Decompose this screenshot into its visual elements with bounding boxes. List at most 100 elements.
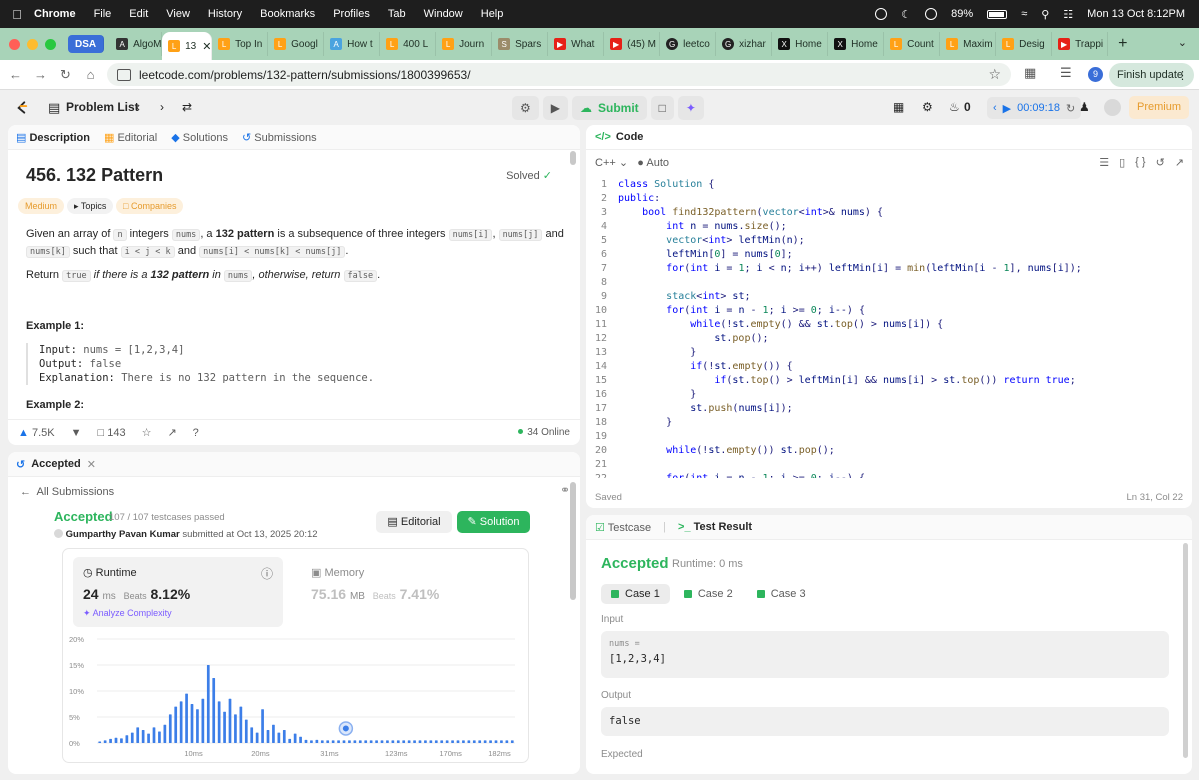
menu-tab[interactable]: Tab [388,8,406,20]
reset-code-icon[interactable]: ↺ [1156,156,1165,169]
comments-button[interactable]: □ 143 [97,427,125,439]
tab-test-result[interactable]: >_ Test Result [678,521,752,533]
forward-arrow-icon[interactable]: → [28,67,53,82]
status-app-icon[interactable] [875,8,888,20]
solution-button[interactable]: ✎ Solution [457,511,530,533]
code-line[interactable]: 11 while(!st.empty() && st.top() > nums[… [586,318,1192,332]
code-line[interactable]: 2 public: [586,192,1192,206]
browser-tab[interactable]: ▶ Trappi [1052,32,1109,56]
code-line[interactable]: 20 while(!st.empty()) st.pop(); [586,444,1192,458]
browser-tab[interactable]: Gleetco [660,32,717,56]
code-line[interactable]: 21 [586,458,1192,472]
case-1-tab[interactable]: Case 1 [601,584,670,604]
menu-edit[interactable]: Edit [129,8,148,20]
browser-tab[interactable]: X Home [828,32,885,56]
leetcode-logo-icon[interactable] [14,99,29,115]
browser-tab[interactable]: L 400 L [380,32,437,56]
menu-bookmarks[interactable]: Bookmarks [260,8,315,20]
timer-collapse-chevron-icon[interactable]: ‹ [993,102,997,114]
help-icon[interactable]: ? [193,427,199,439]
bookmark-icon[interactable]: ▯ [1119,156,1125,169]
code-line[interactable]: 22 for(int i = n - 1; i >= 0; i--) { [586,472,1192,478]
tab-submissions[interactable]: ↺ Submissions [242,131,317,144]
code-line[interactable]: 13 } [586,346,1192,360]
menu-clock[interactable]: Mon 13 Oct 8:12PM [1087,8,1185,20]
language-selector[interactable]: C++ ⌄ ● Auto [595,156,669,169]
browser-tab[interactable]: S Spars [492,32,549,56]
tab-solutions[interactable]: ◆ Solutions [171,131,228,144]
play-status-icon[interactable] [925,8,938,20]
notes-icon[interactable]: □ [650,96,674,120]
reading-list-icon[interactable]: ☰ [1060,65,1072,81]
menu-file[interactable]: File [94,8,112,20]
case-3-tab[interactable]: Case 3 [747,584,816,604]
browser-tab-active[interactable]: L 13 ✕ [162,32,213,60]
format-icon[interactable]: ☰ [1099,156,1109,169]
submission-scrollbar[interactable] [570,482,576,600]
moon-icon[interactable]: ☾ [901,8,911,21]
browser-tab[interactable]: L Maxim [940,32,997,56]
browser-tab[interactable]: Gxizhar [716,32,773,56]
apple-icon[interactable]:  [0,7,34,22]
code-line[interactable]: 10 for(int i = n - 1; i >= 0; i--) { [586,304,1192,318]
user-avatar[interactable] [1104,99,1121,116]
tab-accepted[interactable]: Accepted [31,458,81,470]
description-scrollbar[interactable] [570,151,576,165]
difficulty-badge[interactable]: Medium [18,198,65,214]
code-line[interactable]: 6 leftMin[0] = nums[0]; [586,248,1192,262]
test-result-scrollbar[interactable] [1183,543,1188,758]
home-icon[interactable]: ⌂ [78,67,103,82]
browser-tab[interactable]: L Count [884,32,941,56]
dislike-thumbs-down-icon[interactable]: ▼ [71,427,82,439]
minimize-window-button[interactable] [27,38,38,50]
runtime-card[interactable]: ◷ Runtime ⓘ 24 ms Beats 8.12% ✦ Analyze … [73,557,283,627]
browser-tab[interactable]: L Googl [268,32,325,56]
tab-group-dsa[interactable]: DSA [68,35,105,53]
browser-tab[interactable]: ▶ What [548,32,605,56]
code-line[interactable]: 14 if(!st.empty()) { [586,360,1192,374]
browser-tab[interactable]: A How t [324,32,381,56]
close-window-button[interactable] [9,38,20,50]
control-center-icon[interactable]: ☷ [1063,8,1073,21]
code-line[interactable]: 18 } [586,416,1192,430]
address-bar[interactable]: leetcode.com/problems/132-pattern/submis… [107,63,1011,86]
tab-search-chevron-icon[interactable]: ⌄ [1178,36,1187,49]
streak-fire-icon[interactable]: ♨ [949,100,960,114]
favorite-star-icon[interactable]: ☆ [142,426,152,439]
browser-tab[interactable]: L Journ [436,32,493,56]
close-tab-icon[interactable]: ✕ [87,458,96,471]
topics-chip[interactable]: ▸ Topics [67,198,114,214]
analyze-complexity-link[interactable]: ✦ Analyze Complexity [83,608,172,619]
problem-list-link[interactable]: Problem List [66,100,139,114]
battery-icon[interactable] [987,9,1008,19]
share-icon[interactable]: ↗ [167,426,176,439]
companies-chip[interactable]: □ Companies [116,198,184,214]
browser-tab[interactable]: A AlgoM [110,32,163,56]
next-problem-chevron-icon[interactable]: › [160,100,164,114]
all-submissions-link[interactable]: ← All Submissions [20,486,114,498]
code-editor[interactable]: 1 class Solution {2 public: 3 bool find132p… [586,178,1192,478]
new-tab-button[interactable]: + [1108,35,1137,53]
code-line[interactable]: 9 stack<int> st; [586,290,1192,304]
braces-icon[interactable]: { } [1135,156,1145,169]
url-text[interactable]: leetcode.com/problems/132-pattern/submis… [139,68,471,82]
fullscreen-icon[interactable]: ↗ [1175,156,1184,169]
menu-history[interactable]: History [208,8,242,20]
code-line[interactable]: 19 [586,430,1192,444]
code-line[interactable]: 7 for(int i = 1; i < n; i++) leftMin[i] … [586,262,1192,276]
menu-window[interactable]: Window [424,8,463,20]
memory-label[interactable]: ▣ Memory [311,566,364,579]
menu-view[interactable]: View [166,8,190,20]
ai-sparkle-icon[interactable]: ✦ [677,96,704,120]
tab-testcase[interactable]: ☑ Testcase [595,521,651,534]
site-info-icon[interactable] [117,68,131,81]
tab-editorial[interactable]: ▦ Editorial [104,131,157,144]
browser-tab[interactable]: ▶ (45) M [604,32,661,56]
code-line[interactable]: 1 class Solution { [586,178,1192,192]
timer-pause-icon[interactable]: ▶ [1003,102,1011,115]
settings-gear-icon[interactable]: ⚙ [922,100,933,114]
run-play-icon[interactable]: ▶ [542,96,568,120]
code-line[interactable]: 8 [586,276,1192,290]
code-line[interactable]: 5 vector<int> leftMin(n); [586,234,1192,248]
browser-tab[interactable]: X Home [772,32,829,56]
